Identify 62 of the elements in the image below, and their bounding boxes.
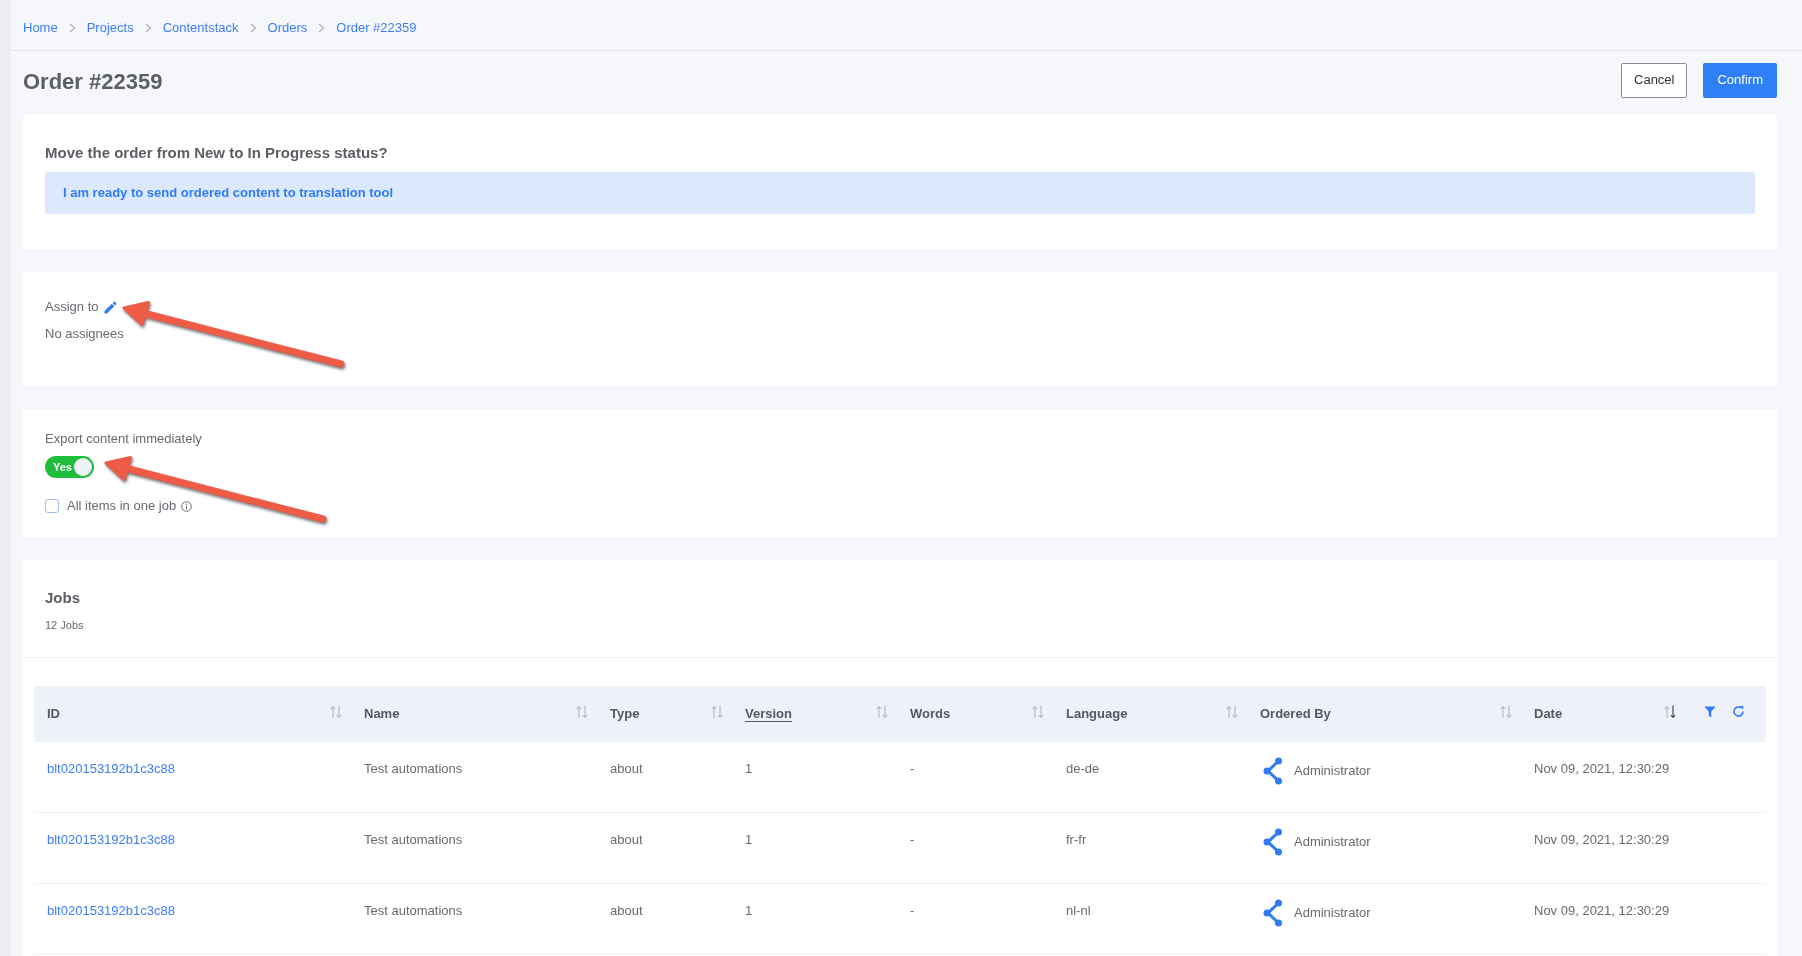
cancel-button[interactable]: Cancel — [1621, 62, 1688, 98]
table-cell: 1 — [745, 903, 753, 918]
sort-icon[interactable] — [1664, 704, 1676, 719]
job-count: 12 Jobs — [45, 618, 85, 632]
user-name: Administrator — [1294, 762, 1371, 780]
table-cell: - — [910, 832, 915, 847]
breadcrumb-link[interactable]: Contentstack — [162, 19, 239, 37]
table-cell: 1 — [745, 761, 753, 776]
table-cell: nl-nl — [1066, 903, 1091, 918]
table-cell: about — [610, 832, 643, 847]
job-id-link[interactable]: blt020153192b1c3c88 — [47, 761, 175, 776]
column-header: Words — [910, 705, 951, 724]
connected-dots-icon — [1263, 828, 1283, 856]
user-name: Administrator — [1294, 904, 1371, 922]
column-header: Ordered By — [1260, 705, 1331, 724]
checkbox[interactable] — [45, 499, 59, 513]
table-cell: - — [910, 903, 915, 918]
section-title: Jobs — [45, 588, 81, 608]
column-header: Name — [364, 705, 400, 724]
connected-dots-icon — [1263, 899, 1283, 927]
page-title: Order #22359 — [23, 68, 163, 96]
table-cell: Nov 09, 2021, 12:30:29 — [1534, 903, 1670, 918]
checkbox-label: All items in one job — [67, 497, 177, 516]
table-cell: Nov 09, 2021, 12:30:29 — [1534, 832, 1670, 847]
filter-icon[interactable] — [1704, 705, 1716, 718]
column-header: Date — [1534, 705, 1563, 724]
breadcrumb-link[interactable]: Projects — [86, 19, 134, 37]
chevron-icon — [68, 23, 76, 33]
table-cell: - — [910, 761, 915, 776]
table-cell: Test automations — [364, 903, 463, 918]
chevron-icon — [144, 23, 152, 33]
table-cell: about — [610, 903, 643, 918]
breadcrumb-link[interactable]: Orders — [267, 19, 308, 37]
breadcrumb-link[interactable]: Order #22359 — [336, 19, 417, 37]
field-label: Assign to — [45, 298, 99, 317]
connected-dots-icon — [1263, 757, 1283, 785]
refresh-icon[interactable] — [1732, 705, 1745, 718]
field-label: Export content immediately — [45, 430, 203, 448]
table-cell: Nov 09, 2021, 12:30:29 — [1534, 761, 1670, 776]
table-cell: Test automations — [364, 761, 463, 776]
confirm-button[interactable]: Confirm — [1703, 62, 1777, 98]
job-id-link[interactable]: blt020153192b1c3c88 — [47, 832, 175, 847]
assignee-value: No assignees — [45, 325, 125, 343]
info-banner: I am ready to send ordered content to translation tool — [45, 172, 1755, 214]
edit-icon[interactable] — [104, 300, 118, 314]
breadcrumb-link[interactable]: Home — [23, 19, 58, 37]
column-header: Type — [610, 705, 640, 724]
job-id-link[interactable]: blt020153192b1c3c88 — [47, 903, 175, 918]
column-header: Version — [745, 705, 792, 724]
column-header: ID — [47, 705, 60, 724]
toggle-switch[interactable]: Yes — [45, 456, 94, 478]
table-cell: 1 — [745, 832, 753, 847]
info-icon[interactable] — [181, 500, 193, 512]
chevron-icon — [249, 23, 257, 33]
table-cell: about — [610, 761, 643, 776]
table-cell: Test automations — [364, 832, 463, 847]
chevron-icon — [318, 23, 326, 33]
user-name: Administrator — [1294, 833, 1371, 851]
table-cell: de-de — [1066, 761, 1100, 776]
column-header: Language — [1066, 705, 1128, 724]
question-heading: Move the order from New to In Progress status? — [45, 143, 389, 163]
table-cell: fr-fr — [1066, 832, 1087, 847]
